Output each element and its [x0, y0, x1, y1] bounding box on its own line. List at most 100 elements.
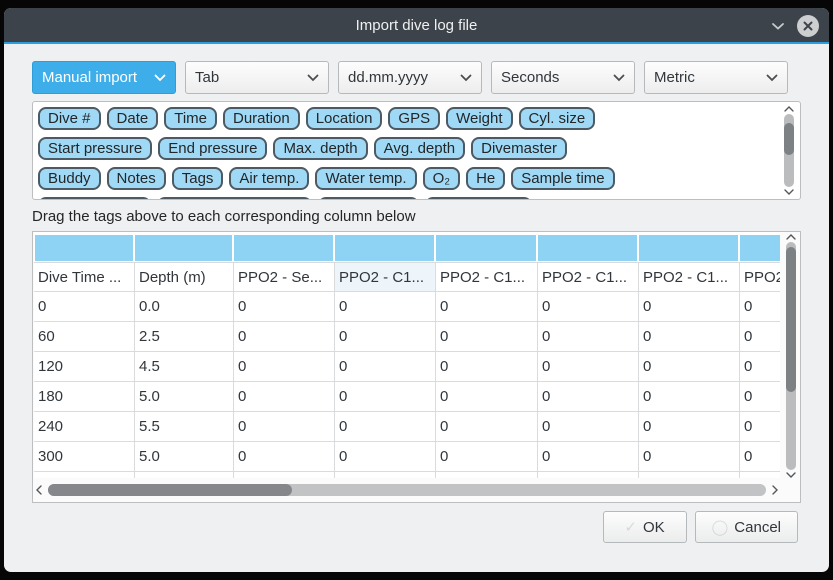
column-header[interactable]: PPO2 - C1...	[538, 263, 639, 291]
table-vertical-scrollbar[interactable]	[783, 234, 798, 478]
table-horizontal-scrollbar[interactable]	[36, 481, 778, 499]
tag-chip[interactable]: Weight	[446, 107, 512, 130]
tag-chip[interactable]: Avg. depth	[374, 137, 465, 160]
chevron-down-icon	[766, 74, 778, 82]
import-mode-dropdown[interactable]: Manual import	[32, 61, 176, 94]
check-icon: ✓	[624, 518, 637, 536]
cancel-button[interactable]: ◯ Cancel	[695, 511, 799, 543]
scrollbar-track[interactable]	[48, 484, 766, 496]
column-drop-target[interactable]	[639, 235, 740, 261]
tag-row: Start pressure End pressure Max. depth A…	[38, 137, 774, 160]
tag-chip[interactable]: Sample pO₂	[318, 197, 419, 200]
scrollbar-thumb[interactable]	[786, 247, 796, 393]
ok-button[interactable]: ✓ OK	[603, 511, 687, 543]
tag-chip[interactable]: Sample temperature	[157, 197, 313, 200]
column-header[interactable]: PPO2	[740, 263, 780, 291]
scrollbar-thumb[interactable]	[48, 484, 292, 496]
table-cell: 180	[34, 382, 135, 411]
tag-chip[interactable]: Duration	[223, 107, 300, 130]
tag-chip[interactable]: Buddy	[38, 167, 101, 190]
scrollbar-thumb[interactable]	[784, 123, 794, 155]
tag-chip[interactable]: Sample time	[511, 167, 614, 190]
table-cell: 0	[639, 352, 740, 381]
chevron-down-icon	[154, 74, 166, 82]
scroll-left-icon[interactable]	[36, 485, 42, 495]
column-drop-target[interactable]	[135, 235, 234, 261]
table-cell: 0	[639, 412, 740, 441]
tag-chip[interactable]: Sample depth	[38, 197, 151, 200]
tag-chip[interactable]: GPS	[388, 107, 440, 130]
duration-format-dropdown[interactable]: Seconds	[491, 61, 635, 94]
table-cell: 120	[34, 352, 135, 381]
column-header[interactable]: PPO2 - C1...	[639, 263, 740, 291]
column-header[interactable]: PPO2 - C1...	[436, 263, 538, 291]
tag-chip[interactable]: Notes	[107, 167, 166, 190]
column-header[interactable]: PPO2 - C1...	[335, 263, 436, 291]
table-cell: 4.5	[135, 352, 234, 381]
column-header[interactable]: Depth (m)	[135, 263, 234, 291]
scroll-down-icon[interactable]	[784, 189, 794, 195]
table-cell: 0	[234, 412, 335, 441]
options-toolbar: Manual import Tab dd.mm.yyyy Seconds Met…	[32, 61, 801, 94]
date-format-dropdown[interactable]: dd.mm.yyyy	[338, 61, 482, 94]
table-cell	[538, 472, 639, 478]
table-cell	[234, 472, 335, 478]
titlebar[interactable]: Import dive log file	[4, 8, 829, 44]
tag-row-clipped: Sample depth Sample temperature Sample p…	[38, 197, 774, 200]
tag-chip[interactable]: Air temp.	[229, 167, 309, 190]
table-row: 0 0.0 0 0 0 0 0 0	[34, 292, 780, 322]
column-drop-target[interactable]	[234, 235, 335, 261]
table-cell: 0	[538, 442, 639, 471]
tag-chip[interactable]: End pressure	[158, 137, 267, 160]
tag-row: Buddy Notes Tags Air temp. Water temp. O…	[38, 167, 774, 190]
table-cell: 0	[740, 352, 780, 381]
table-cell: 5.0	[135, 442, 234, 471]
table-cell: 5.0	[135, 382, 234, 411]
tag-chip[interactable]: Water temp.	[315, 167, 416, 190]
units-dropdown[interactable]: Metric	[644, 61, 788, 94]
tag-chip[interactable]: Tags	[172, 167, 224, 190]
tag-chip[interactable]: Dive #	[38, 107, 101, 130]
table-cell: 0	[234, 382, 335, 411]
tag-chip[interactable]: Cyl. size	[519, 107, 596, 130]
tag-chip[interactable]: Time	[164, 107, 217, 130]
tag-chip[interactable]: O₂	[423, 167, 461, 190]
column-header[interactable]: Dive Time ...	[34, 263, 135, 291]
table-cell: 0	[538, 382, 639, 411]
scroll-down-icon[interactable]	[786, 472, 796, 478]
scroll-right-icon[interactable]	[772, 485, 778, 495]
close-icon[interactable]	[797, 15, 819, 37]
table-cell	[34, 472, 135, 478]
table-cell: 0	[639, 382, 740, 411]
tag-chip[interactable]: Max. depth	[273, 137, 367, 160]
table-cell: 0.0	[135, 292, 234, 321]
scrollbar-track[interactable]	[786, 242, 796, 470]
chevron-down-icon[interactable]	[771, 22, 785, 30]
duration-format-value: Seconds	[501, 69, 613, 86]
tag-chip[interactable]: Sample CNS	[425, 197, 532, 200]
table-cell: 0	[639, 292, 740, 321]
table-row-clipped	[34, 472, 780, 478]
tag-panel-scrollbar[interactable]	[781, 106, 796, 195]
scroll-up-icon[interactable]	[786, 234, 796, 240]
column-drop-target[interactable]	[740, 235, 780, 261]
column-drop-target[interactable]	[538, 235, 639, 261]
column-drop-target[interactable]	[35, 235, 135, 261]
table-cell: 60	[34, 322, 135, 351]
table-cell	[335, 472, 436, 478]
column-header[interactable]: PPO2 - Se...	[234, 263, 335, 291]
tag-chip[interactable]: Start pressure	[38, 137, 152, 160]
scrollbar-track[interactable]	[784, 114, 794, 187]
tag-chip[interactable]: Date	[107, 107, 159, 130]
scroll-up-icon[interactable]	[784, 106, 794, 112]
tag-chip[interactable]: Divemaster	[471, 137, 567, 160]
table-cell: 0	[335, 352, 436, 381]
import-dialog: Import dive log file Manual import Tab d…	[4, 8, 829, 572]
tag-chip[interactable]: Location	[306, 107, 383, 130]
table-cell: 0	[436, 322, 538, 351]
column-drop-target[interactable]	[436, 235, 538, 261]
tag-chip[interactable]: He	[466, 167, 505, 190]
column-drop-target[interactable]	[335, 235, 436, 261]
field-separator-dropdown[interactable]: Tab	[185, 61, 329, 94]
table-cell: 0	[234, 322, 335, 351]
